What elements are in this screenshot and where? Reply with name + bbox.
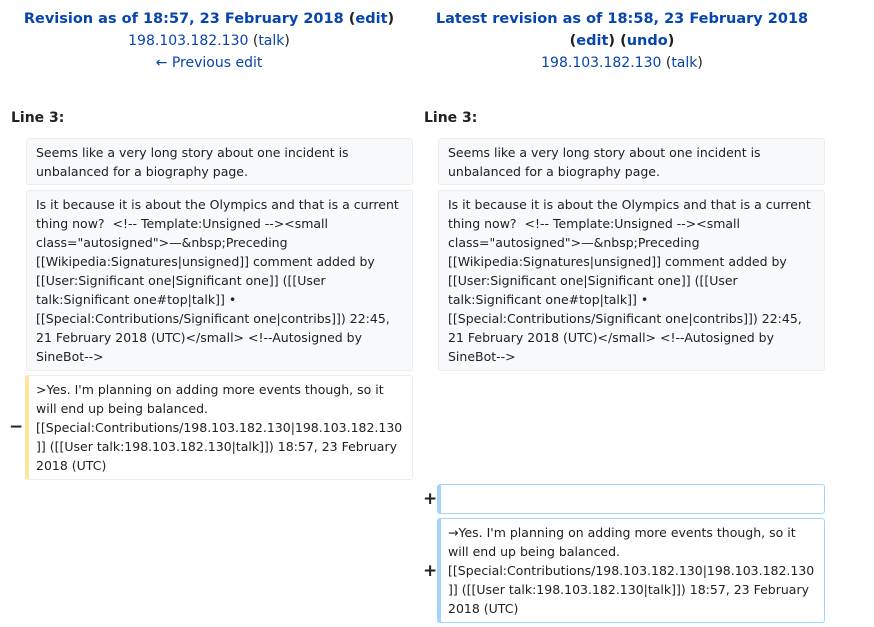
left-revision-link[interactable]: Revision as of 18:57, 23 February 2018 [24, 11, 344, 27]
left-revision-title: Revision as of 18:57, 23 February 2018 (… [10, 8, 408, 30]
right-user-line: 198.103.182.130 (talk) [422, 52, 822, 74]
deleted-line-marker: − [9, 417, 24, 437]
right-revision-header: Latest revision as of 18:58, 23 February… [422, 8, 822, 74]
right-edit-link[interactable]: edit [576, 33, 608, 49]
right-revision-link[interactable]: Latest revision as of 18:58, 23 February… [436, 11, 808, 27]
deleted-line: >Yes. I'm planning on adding more events… [25, 375, 413, 480]
right-context-line-1: Seems like a very long story about one i… [438, 138, 825, 185]
left-paren-close: ) [387, 11, 395, 27]
right-actions-line: (edit) (undo) [422, 30, 822, 52]
undo-link[interactable]: undo [627, 33, 668, 49]
added-line: →Yes. I'm planning on adding more events… [437, 518, 825, 623]
left-user-line: 198.103.182.130 (talk) [10, 30, 408, 52]
right-undo-close: ) [667, 33, 675, 49]
right-talk-link[interactable]: talk [671, 55, 697, 71]
left-user-link[interactable]: 198.103.182.130 [128, 33, 248, 49]
added-empty-line [437, 484, 825, 514]
added-empty-line-marker: + [423, 489, 438, 509]
left-context-line-1: Seems like a very long story about one i… [26, 138, 413, 185]
right-line-number: Line 3: [424, 110, 478, 126]
right-revision-title: Latest revision as of 18:58, 23 February… [422, 8, 822, 30]
right-talk-close: ) [697, 55, 703, 71]
left-talk-link[interactable]: talk [258, 33, 284, 49]
previous-edit-link[interactable]: ← Previous edit [156, 55, 263, 71]
left-context-line-2: Is it because it is about the Olympics a… [26, 190, 413, 371]
right-context-line-2: Is it because it is about the Olympics a… [438, 190, 825, 371]
right-user-link[interactable]: 198.103.182.130 [541, 55, 661, 71]
right-edit-close: ) [608, 33, 616, 49]
left-line-number: Line 3: [11, 110, 65, 126]
left-revision-header: Revision as of 18:57, 23 February 2018 (… [10, 8, 408, 74]
added-line-marker: + [423, 561, 438, 581]
left-talk-close: ) [284, 33, 290, 49]
previous-edit-line: ← Previous edit [10, 52, 408, 74]
right-undo-open: ( [620, 33, 627, 49]
left-edit-link[interactable]: edit [355, 11, 387, 27]
